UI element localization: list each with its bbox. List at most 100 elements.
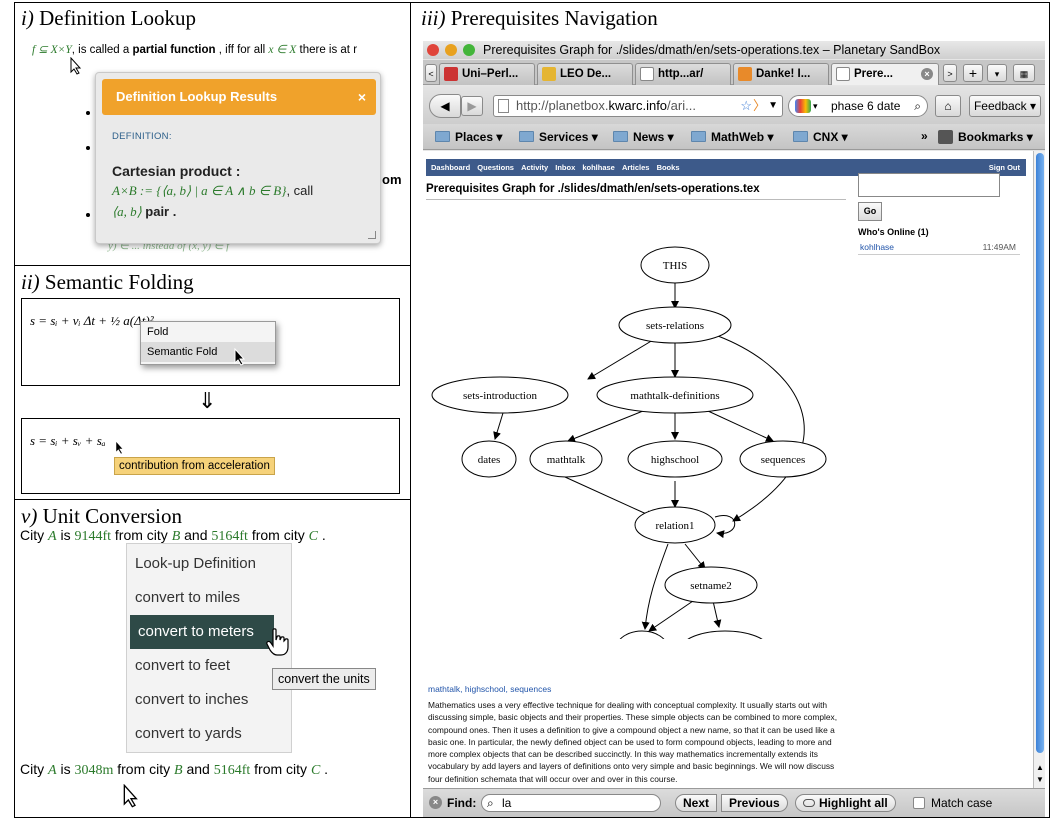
bookmark-mathweb[interactable]: MathWeb ▾	[691, 129, 773, 145]
tab-close-icon[interactable]: ×	[921, 68, 933, 80]
scroll-up-icon[interactable]: ▲	[1036, 763, 1044, 772]
partial-function-term[interactable]: partial function	[133, 44, 216, 56]
find-next-button[interactable]: Next	[675, 794, 718, 812]
bookmark-places[interactable]: Places ▾	[435, 129, 502, 145]
bookmarks-toolbar: Places ▾ Services ▾ News ▾ MathWeb ▾ CNX…	[423, 124, 1045, 150]
tab-prerequisites[interactable]: Prere... ×	[831, 63, 939, 85]
home-button[interactable]: ⌂	[935, 95, 961, 117]
graph-node-label: sequences	[761, 454, 806, 466]
bookmark-star-icon[interactable]: ☆	[740, 96, 752, 116]
search-dropdown-icon[interactable]: ▾	[813, 96, 818, 116]
obscured-text-om: om	[382, 172, 402, 187]
folder-icon	[793, 131, 808, 142]
new-tab-icon[interactable]: +	[963, 64, 983, 82]
distance-value[interactable]: 5164ft	[214, 763, 251, 778]
window-titlebar: Prerequisites Graph for ./slides/dmath/e…	[423, 41, 1045, 59]
panel-iii-number: iii)	[421, 6, 446, 30]
menu-item-lookup-definition[interactable]: Look-up Definition	[127, 547, 291, 581]
nav-dashboard[interactable]: Dashboard	[431, 163, 470, 172]
bookmark-news[interactable]: News ▾	[613, 129, 674, 145]
panel-i-title-text: Definition Lookup	[39, 6, 196, 30]
graph-node-label: sets-relations	[646, 320, 704, 332]
bookmarks-overflow-icon[interactable]: »	[921, 129, 928, 143]
search-box[interactable]: ▾ phase 6 date ⌕	[788, 95, 928, 117]
panel-ii-title: ii) Semantic Folding	[21, 270, 194, 294]
tab-list-icon[interactable]: ▾	[987, 64, 1007, 82]
distance-value[interactable]: 5164ft	[211, 529, 248, 544]
definition-lookup-popup[interactable]: Definition Lookup Results × DEFINITION: …	[95, 72, 381, 244]
resize-handle[interactable]	[368, 231, 376, 239]
menu-item-semantic-fold[interactable]: Semantic Fold	[141, 342, 275, 362]
zoom-window-icon[interactable]	[463, 44, 475, 56]
tab-uni-perl[interactable]: Uni–Perl...	[439, 63, 535, 85]
sidebar-search-input[interactable]	[858, 173, 1000, 197]
find-input[interactable]: ⌕ la	[481, 794, 661, 812]
tab-http[interactable]: http...ar/	[635, 63, 731, 85]
close-icon[interactable]: ×	[358, 79, 366, 115]
scroll-down-icon[interactable]: ▼	[1036, 775, 1044, 784]
equation-folded[interactable]: s = sᵢ + sᵥ + sₐ	[30, 433, 106, 449]
go-button[interactable]: Go	[858, 202, 882, 221]
graph-node-label: THIS	[663, 260, 687, 272]
definition-pair-line: ⟨a, b⟩ pair .	[112, 204, 176, 220]
url-bar[interactable]: http://planetbox.kwarc.info/ari... ☆ 〉 ▼	[493, 95, 783, 117]
tab-grid-icon[interactable]: ▦	[1013, 64, 1035, 82]
tab-scroll-left-icon[interactable]: <	[425, 64, 437, 82]
rss-icon[interactable]: 〉	[753, 96, 766, 116]
distance-value[interactable]: 9144ft	[74, 529, 111, 544]
nav-questions[interactable]: Questions	[477, 163, 514, 172]
graph-edge	[714, 515, 736, 539]
list-bullet	[86, 146, 90, 150]
tab-label: LEO De...	[560, 68, 612, 80]
pair-math: ⟨a, b⟩	[112, 204, 142, 219]
related-links[interactable]: mathtalk, highschool, sequences	[428, 684, 551, 694]
menu-item-convert-inches[interactable]: convert to inches	[127, 683, 291, 717]
menu-item-convert-meters[interactable]: convert to meters	[130, 615, 274, 649]
graph-node-label: highschool	[651, 454, 699, 466]
nav-activity[interactable]: Activity	[521, 163, 548, 172]
equation-original[interactable]: s = sᵢ + vᵢ Δt + ½ a(Δt)²	[30, 313, 154, 329]
graph-node-setname1[interactable]	[681, 630, 769, 639]
tab-leo[interactable]: LEO De...	[537, 63, 633, 85]
graph-node-sts[interactable]	[616, 630, 668, 639]
feedback-button[interactable]: Feedback ▾	[969, 95, 1041, 117]
url-host: kwarc.info	[608, 98, 668, 113]
tab-danke[interactable]: Danke! I...	[733, 63, 829, 85]
nav-articles[interactable]: Articles	[622, 163, 650, 172]
back-button[interactable]: ◀	[429, 94, 461, 118]
text-from: from city	[250, 761, 311, 777]
highlight-all-button[interactable]: Highlight all	[795, 794, 896, 812]
nav-books[interactable]: Books	[657, 163, 680, 172]
var-c: C	[308, 529, 318, 544]
fold-context-menu[interactable]: Fold Semantic Fold	[140, 321, 276, 365]
close-window-icon[interactable]	[427, 44, 439, 56]
match-case-checkbox[interactable]	[913, 797, 925, 809]
nav-user[interactable]: kohlhase	[582, 163, 615, 172]
highlight-icon	[803, 799, 815, 807]
menu-item-convert-yards[interactable]: convert to yards	[127, 717, 291, 751]
graph-node-label: dates	[478, 454, 501, 466]
menu-item-fold[interactable]: Fold	[141, 322, 275, 342]
history-dropdown-icon[interactable]: ▼	[768, 96, 778, 116]
function-math[interactable]: f ⊆ X×Y	[32, 44, 72, 56]
find-previous-button[interactable]: Previous	[721, 794, 788, 812]
close-find-icon[interactable]: ×	[429, 796, 442, 809]
panel-iii-title-text: Prerequisites Navigation	[450, 6, 658, 30]
tab-bar: < Uni–Perl... LEO De... http...ar/ Danke…	[423, 60, 1045, 85]
bookmark-label: Services ▾	[539, 130, 598, 144]
menu-item-convert-miles[interactable]: convert to miles	[127, 581, 291, 615]
scrollbar-thumb[interactable]	[1036, 153, 1044, 753]
bookmark-cnx[interactable]: CNX ▾	[793, 129, 848, 145]
graph-edge	[587, 339, 654, 380]
vertical-scrollbar[interactable]: ▲ ▼	[1033, 151, 1045, 788]
forward-button[interactable]: ▶	[461, 96, 483, 116]
distance-value[interactable]: 3048m	[74, 763, 113, 778]
bookmark-services[interactable]: Services ▾	[519, 129, 598, 145]
bookmarks-menu[interactable]: Bookmarks ▾	[938, 129, 1033, 145]
tab-scroll-right-icon[interactable]: >	[943, 64, 957, 82]
online-user-link[interactable]: kohlhase	[860, 242, 894, 252]
minimize-window-icon[interactable]	[445, 44, 457, 56]
search-icon[interactable]: ⌕	[914, 96, 921, 116]
nav-inbox[interactable]: Inbox	[555, 163, 575, 172]
var-b: B	[174, 763, 183, 778]
